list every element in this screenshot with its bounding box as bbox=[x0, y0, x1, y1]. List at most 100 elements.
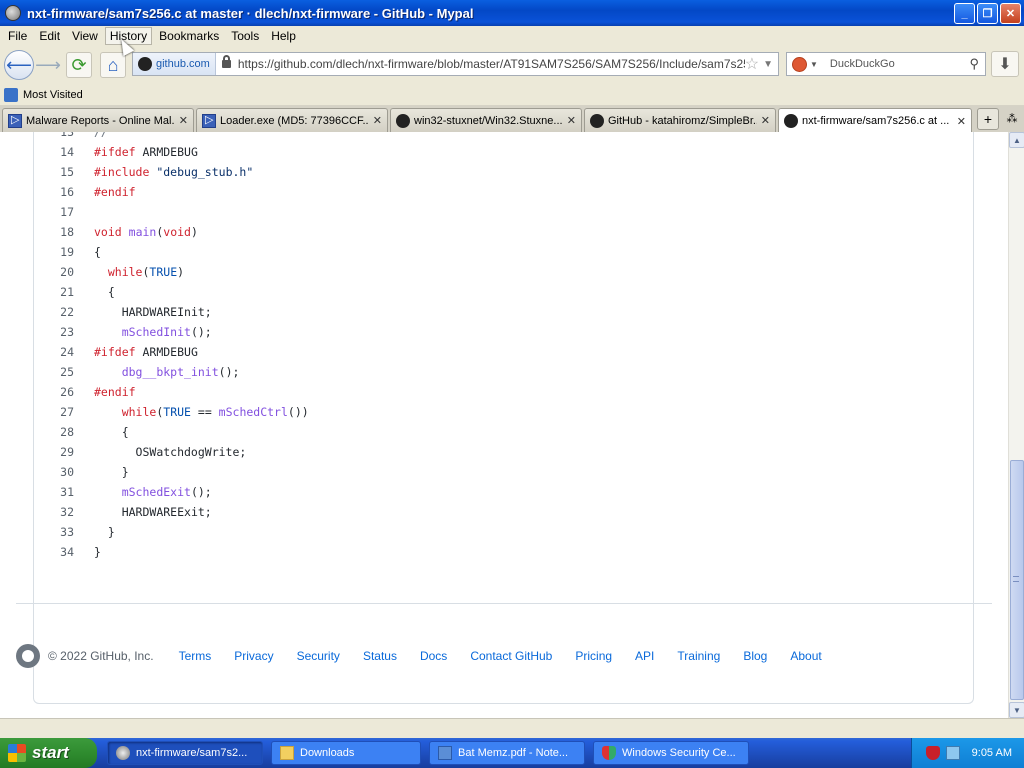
line-number[interactable]: 13 bbox=[34, 132, 74, 139]
bookmark-most-visited[interactable]: Most Visited bbox=[23, 89, 83, 101]
line-number[interactable]: 34 bbox=[34, 545, 74, 559]
punctuation-token: { bbox=[94, 285, 115, 299]
window-title: nxt-firmware/sam7s256.c at master · dlec… bbox=[27, 5, 474, 21]
footer-link-contact[interactable]: Contact GitHub bbox=[470, 649, 552, 663]
download-arrow-icon[interactable]: ⬇ bbox=[991, 51, 1019, 77]
menu-edit[interactable]: Edit bbox=[34, 27, 65, 45]
line-number[interactable]: 30 bbox=[34, 465, 74, 479]
line-number[interactable]: 29 bbox=[34, 445, 74, 459]
punctuation-token: (); bbox=[218, 365, 240, 379]
lock-icon bbox=[221, 55, 231, 68]
home-icon[interactable]: ⌂ bbox=[100, 52, 126, 78]
footer-link-training[interactable]: Training bbox=[677, 649, 720, 663]
code-text: dbg__bkpt_init(); bbox=[94, 365, 240, 379]
taskbar-item-notepad[interactable]: Bat Memz.pdf - Note... bbox=[429, 741, 585, 765]
scroll-up-arrow-icon[interactable]: ▲ bbox=[1009, 132, 1024, 148]
url-bar[interactable]: github.com https://github.com/dlech/nxt-… bbox=[132, 52, 779, 76]
line-number[interactable]: 20 bbox=[34, 265, 74, 279]
line-number[interactable]: 24 bbox=[34, 345, 74, 359]
menu-bookmarks[interactable]: Bookmarks bbox=[154, 27, 224, 45]
close-icon[interactable]: ✕ bbox=[373, 114, 382, 127]
menu-help[interactable]: Help bbox=[266, 27, 301, 45]
reload-icon[interactable]: ⟳ bbox=[66, 52, 92, 78]
taskbar-clock[interactable]: 9:05 AM bbox=[972, 747, 1012, 759]
line-number[interactable]: 14 bbox=[34, 145, 74, 159]
start-button[interactable]: start bbox=[0, 738, 97, 768]
restore-button[interactable]: ❐ bbox=[977, 3, 998, 24]
security-alert-icon[interactable] bbox=[925, 746, 940, 760]
close-button[interactable]: ✕ bbox=[1000, 3, 1021, 24]
browser-icon bbox=[116, 746, 130, 760]
line-number[interactable]: 15 bbox=[34, 165, 74, 179]
close-icon[interactable]: ✕ bbox=[567, 114, 576, 127]
punctuation-token: (); bbox=[190, 485, 212, 499]
footer-link-status[interactable]: Status bbox=[363, 649, 397, 663]
code-line: 14 #ifdef ARMDEBUG bbox=[34, 142, 973, 162]
scroll-down-arrow-icon[interactable]: ▼ bbox=[1009, 702, 1024, 718]
footer-link-about[interactable]: About bbox=[790, 649, 821, 663]
line-number[interactable]: 22 bbox=[34, 305, 74, 319]
code-line: 26 #endif bbox=[34, 382, 973, 402]
duckduckgo-icon[interactable] bbox=[792, 56, 807, 72]
line-number[interactable]: 23 bbox=[34, 325, 74, 339]
line-number[interactable]: 18 bbox=[34, 225, 74, 239]
forward-arrow-icon[interactable]: ⟶ bbox=[34, 51, 62, 79]
taskbar-item-security-center[interactable]: Windows Security Ce... bbox=[593, 741, 749, 765]
punctuation-token: ; bbox=[239, 445, 247, 459]
tab-win32-stuxnet[interactable]: win32-stuxnet/Win32.Stuxne... ✕ bbox=[390, 108, 582, 132]
star-icon[interactable]: ☆ bbox=[745, 54, 759, 74]
engine-dropdown-icon[interactable]: ▼ bbox=[810, 60, 818, 69]
footer-link-docs[interactable]: Docs bbox=[420, 649, 447, 663]
vertical-scrollbar[interactable]: ▲ ▼ bbox=[1008, 132, 1024, 718]
network-icon[interactable] bbox=[945, 746, 960, 760]
close-icon[interactable]: ✕ bbox=[761, 114, 770, 127]
back-arrow-icon[interactable]: ⟵ bbox=[4, 50, 34, 80]
footer-link-security[interactable]: Security bbox=[297, 649, 340, 663]
line-number[interactable]: 26 bbox=[34, 385, 74, 399]
url-input[interactable]: https://github.com/dlech/nxt-firmware/bl… bbox=[238, 57, 745, 71]
line-number[interactable]: 25 bbox=[34, 365, 74, 379]
magnifier-icon[interactable]: ⚲ bbox=[969, 56, 979, 72]
line-number[interactable]: 21 bbox=[34, 285, 74, 299]
footer-link-terms[interactable]: Terms bbox=[179, 649, 212, 663]
tab-loader-exe[interactable]: Loader.exe (MD5: 77396CCF... ✕ bbox=[196, 108, 388, 132]
code-text: while(TRUE == mSchedCtrl()) bbox=[94, 405, 309, 419]
line-number[interactable]: 31 bbox=[34, 485, 74, 499]
footer-link-blog[interactable]: Blog bbox=[743, 649, 767, 663]
line-number[interactable]: 28 bbox=[34, 425, 74, 439]
close-icon[interactable]: ✕ bbox=[179, 114, 188, 127]
tab-nxt-firmware[interactable]: nxt-firmware/sam7s256.c at ... ✕ bbox=[778, 108, 972, 133]
line-number[interactable]: 33 bbox=[34, 525, 74, 539]
site-identity-button[interactable]: github.com bbox=[133, 53, 216, 75]
minimize-button[interactable]: _ bbox=[954, 3, 975, 24]
comment-token: // bbox=[94, 132, 108, 139]
line-number[interactable]: 19 bbox=[34, 245, 74, 259]
search-input[interactable]: DuckDuckGo bbox=[830, 58, 970, 70]
line-number[interactable]: 17 bbox=[34, 205, 74, 219]
line-number[interactable]: 32 bbox=[34, 505, 74, 519]
chevron-down-icon[interactable]: ▼ bbox=[763, 59, 773, 70]
github-logo-icon[interactable] bbox=[16, 644, 40, 668]
line-number[interactable]: 16 bbox=[34, 185, 74, 199]
tab-malware-reports[interactable]: Malware Reports - Online Mal... ✕ bbox=[2, 108, 194, 132]
code-line: 20 while(TRUE) bbox=[34, 262, 973, 282]
taskbar-item-downloads[interactable]: Downloads bbox=[271, 741, 421, 765]
menu-view[interactable]: View bbox=[67, 27, 103, 45]
footer-link-privacy[interactable]: Privacy bbox=[234, 649, 273, 663]
line-number[interactable]: 27 bbox=[34, 405, 74, 419]
code-line: 16 #endif bbox=[34, 182, 973, 202]
close-icon[interactable]: ✕ bbox=[957, 115, 966, 128]
menu-file[interactable]: File bbox=[3, 27, 32, 45]
punctuation-token: == bbox=[190, 405, 219, 419]
menu-tools[interactable]: Tools bbox=[226, 27, 264, 45]
new-tab-button[interactable]: + bbox=[977, 108, 999, 130]
footer-link-pricing[interactable]: Pricing bbox=[575, 649, 612, 663]
menu-bar: File Edit View History Bookmarks Tools H… bbox=[0, 26, 1024, 46]
preprocessor-token: #include bbox=[94, 165, 150, 179]
footer-link-api[interactable]: API bbox=[635, 649, 654, 663]
tab-simplebrowser[interactable]: GitHub - katahiromz/SimpleBr... ✕ bbox=[584, 108, 776, 132]
search-bar[interactable]: ▼ DuckDuckGo ⚲ bbox=[786, 52, 986, 76]
tab-list-icon[interactable]: ⁂ bbox=[1004, 112, 1020, 128]
punctuation-token: } bbox=[94, 545, 101, 559]
taskbar-item-browser[interactable]: nxt-firmware/sam7s2... bbox=[107, 741, 263, 765]
